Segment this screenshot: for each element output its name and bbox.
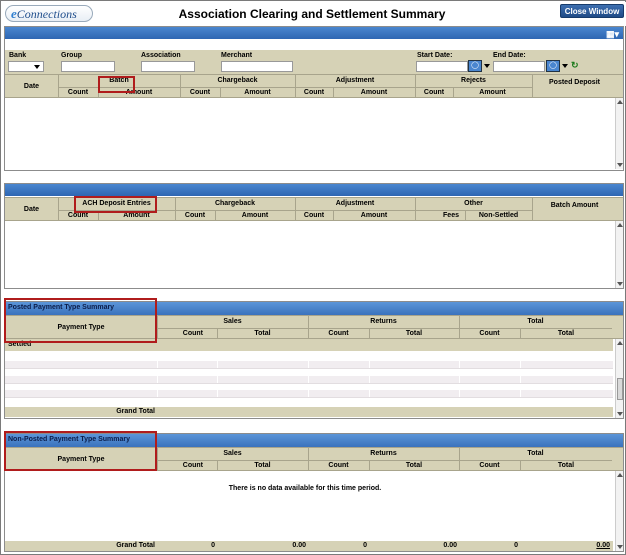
posted-grand-total-row: Grand Total xyxy=(5,407,613,417)
end-date-input[interactable] xyxy=(493,61,545,72)
start-date-dropdown-icon[interactable] xyxy=(484,64,490,68)
refresh-icon[interactable]: ↻ xyxy=(571,60,579,71)
association-label: Association xyxy=(141,52,181,59)
table-row xyxy=(5,390,613,398)
nonposted-col-total-total: Total xyxy=(557,462,575,469)
start-date-calendar-icon[interactable]: ◯ xyxy=(468,60,482,72)
ach-col-date: Date xyxy=(23,206,40,213)
settlement-table-body xyxy=(5,98,623,169)
col-chargeback-amount: Amount xyxy=(244,89,271,96)
settlement-toolbar: ▦▾ xyxy=(5,27,623,39)
col-batch-count: Count xyxy=(67,89,89,96)
nonposted-summary-body: There is no data available for this time… xyxy=(5,471,623,551)
page-header: eConnections Association Clearing and Se… xyxy=(2,2,626,26)
ach-col-other: Other xyxy=(464,200,483,207)
start-date-label: Start Date: xyxy=(417,52,453,59)
col-rejects: Rejects xyxy=(461,77,486,84)
posted-col-total-count: Count xyxy=(479,330,500,337)
posted-col-sales: Sales xyxy=(223,318,242,325)
posted-col-total: Total xyxy=(527,318,544,325)
posted-summary-scrollbar[interactable] xyxy=(615,339,623,418)
posted-col-returns: Returns xyxy=(370,318,397,325)
col-adjustment-amount: Amount xyxy=(360,89,388,96)
grand-total-returns-total: 0.00 xyxy=(443,542,457,549)
col-adjustment-count: Count xyxy=(303,89,325,96)
table-row xyxy=(5,376,613,384)
page-title: Association Clearing and Settlement Summ… xyxy=(178,7,446,21)
grand-total-sales-total: 0.00 xyxy=(292,542,306,549)
col-posted-deposit: Posted Deposit xyxy=(549,79,600,86)
merchant-label: Merchant xyxy=(221,52,253,59)
settlement-panel: ▦▾ Bank Group Association Merchant Start… xyxy=(4,26,624,171)
ach-col-fees: Fees xyxy=(443,212,459,219)
start-date-input[interactable] xyxy=(416,61,468,72)
no-data-message: There is no data available for this time… xyxy=(228,485,382,492)
bank-select[interactable] xyxy=(8,61,44,72)
ach-col-adjustment: Adjustment xyxy=(335,200,375,207)
window-frame: eConnections Association Clearing and Se… xyxy=(0,0,626,555)
table-row xyxy=(5,361,613,369)
posted-grand-total-label: Grand Total xyxy=(116,408,155,415)
highlight-ach-deposit-entries xyxy=(74,196,157,213)
grand-total-returns-count: 0 xyxy=(363,542,367,549)
nonposted-grand-total-row: Grand Total 0 0.00 0 0.00 0 0.00 xyxy=(5,541,613,551)
col-rejects-count: Count xyxy=(423,89,445,96)
ach-col-chargeback-count: Count xyxy=(184,212,206,219)
nonposted-col-sales-count: Count xyxy=(182,462,203,469)
close-window-button[interactable]: Close Window xyxy=(560,4,624,18)
ach-col-non-settled: Non-Settled xyxy=(478,212,519,219)
filter-bar: Bank Group Association Merchant Start Da… xyxy=(5,50,623,74)
col-adjustment: Adjustment xyxy=(335,77,375,84)
nonposted-grand-total-label: Grand Total xyxy=(116,542,155,549)
ach-scrollbar[interactable] xyxy=(615,221,623,288)
ach-col-amount: Amount xyxy=(123,212,150,219)
econnections-logo: eConnections xyxy=(5,5,93,22)
posted-col-total-total: Total xyxy=(557,330,575,337)
posted-col-sales-count: Count xyxy=(182,330,203,337)
end-date-dropdown-icon[interactable] xyxy=(562,64,568,68)
highlight-batch xyxy=(98,76,135,93)
ach-table-body xyxy=(5,221,623,288)
posted-summary-body: Settled Grand Total xyxy=(5,339,623,418)
bank-label: Bank xyxy=(9,52,27,59)
nonposted-col-sales-total: Total xyxy=(254,462,271,469)
ach-col-batch-amount: Batch Amount xyxy=(550,202,599,209)
posted-col-sales-total: Total xyxy=(254,330,271,337)
nonposted-summary-scrollbar[interactable] xyxy=(615,471,623,551)
association-input[interactable] xyxy=(141,61,195,72)
nonposted-col-returns: Returns xyxy=(370,450,397,457)
ach-col-adjustment-amount: Amount xyxy=(360,212,388,219)
ach-col-chargeback: Chargeback xyxy=(214,200,256,207)
grand-total-sales-count: 0 xyxy=(211,542,215,549)
ach-col-adjustment-count: Count xyxy=(303,212,325,219)
grand-total-total-count: 0 xyxy=(514,542,518,549)
end-date-calendar-icon[interactable]: ◯ xyxy=(546,60,560,72)
ach-col-count: Count xyxy=(67,212,89,219)
ach-toolbar xyxy=(5,184,623,196)
nonposted-col-total: Total xyxy=(527,450,544,457)
nonposted-col-sales: Sales xyxy=(223,450,242,457)
posted-col-returns-count: Count xyxy=(328,330,349,337)
nonposted-col-returns-count: Count xyxy=(328,462,349,469)
posted-col-returns-total: Total xyxy=(405,330,423,337)
group-input[interactable] xyxy=(61,61,115,72)
col-chargeback-count: Count xyxy=(189,89,211,96)
grand-total-total-total: 0.00 xyxy=(596,542,610,549)
nonposted-col-total-count: Count xyxy=(479,462,500,469)
merchant-input[interactable] xyxy=(221,61,293,72)
end-date-label: End Date: xyxy=(493,52,526,59)
col-date: Date xyxy=(23,83,40,90)
col-rejects-amount: Amount xyxy=(479,89,506,96)
highlight-nonposted-summary xyxy=(4,431,157,471)
nonposted-col-returns-total: Total xyxy=(405,462,423,469)
ach-col-chargeback-amount: Amount xyxy=(241,212,269,219)
highlight-posted-summary xyxy=(4,298,157,343)
col-chargeback: Chargeback xyxy=(217,77,258,84)
settlement-scrollbar[interactable] xyxy=(615,98,623,169)
group-label: Group xyxy=(61,52,82,59)
grid-options-icon[interactable]: ▦▾ xyxy=(606,28,619,40)
